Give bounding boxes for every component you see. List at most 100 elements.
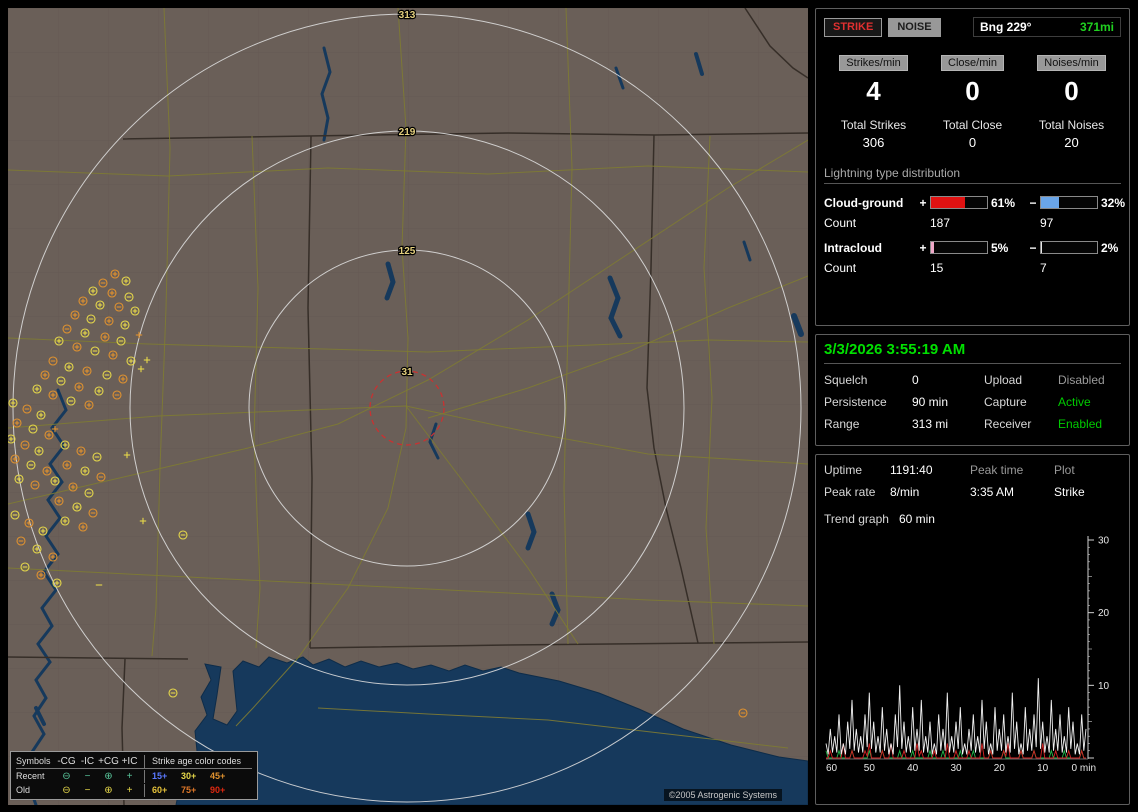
peak-time-value: 3:35 AM [970, 485, 1015, 499]
pos-cg-recent-icon: ⊕ [104, 770, 113, 782]
trend-window-value: 60 min [898, 512, 935, 526]
persistence-label: Persistence [824, 395, 887, 409]
lightning-map[interactable]: 313 219 125 31 Symbols -CG -IC +CG +IC Stri… [8, 8, 808, 805]
cg-negative-pct: 32% [1101, 195, 1126, 210]
age-90: 90+ [210, 784, 226, 795]
legend-col-pos-ic: +IC [121, 755, 138, 767]
nexstorm-app: 313 219 125 31 Symbols -CG -IC +CG +IC Stri… [0, 0, 1138, 812]
copyright-text: ©2005 Astrogenic Systems [663, 789, 782, 801]
range-ring-label: 31 [401, 367, 413, 378]
total-noises-label: Total Noises [1038, 118, 1105, 132]
strike-toggle-button[interactable]: STRIKE [824, 17, 883, 37]
cg-positive-bar [930, 196, 988, 209]
trend-x-tick-label: 50 [864, 763, 876, 774]
ic-count-label: Count [824, 261, 857, 275]
age-60: 60+ [152, 784, 168, 795]
lightning-distribution: Lightning type distribution Cloud-ground… [824, 166, 1125, 283]
cg-positive-count: 187 [930, 216, 951, 230]
upload-status: Disabled [1058, 373, 1105, 387]
peak-rate-label: Peak rate [824, 485, 876, 499]
range-setting-value: 313 mi [912, 417, 949, 431]
range-ring-label: 313 [399, 10, 416, 21]
pos-ic-recent-icon: + [126, 770, 133, 782]
capture-label: Capture [984, 395, 1027, 409]
age-45: 45+ [210, 770, 226, 781]
pos-ic-old-icon: + [126, 784, 133, 796]
close-per-min-header[interactable]: Close/min [941, 55, 1004, 71]
trend-y-tick-label: 10 [1098, 681, 1110, 692]
trend-info-grid: Uptime 1191:40 Peak time Plot Peak rate … [824, 463, 1121, 499]
legend-age-header: Strike age color codes [144, 754, 252, 768]
trend-x-tick-label: 10 [1037, 763, 1049, 774]
trend-series-strikes [825, 678, 1087, 755]
legend-recent-row: Recent ⊖ − ⊕ + 15+ 30+ 45+ [16, 769, 252, 783]
persistence-value: 90 min [912, 395, 949, 409]
trend-y-tick-label: 20 [1098, 608, 1110, 619]
status-panel: 3/3/2026 3:55:19 AM Squelch 0 Upload Dis… [815, 334, 1130, 446]
capture-status: Active [1058, 395, 1091, 409]
neg-ic-old-icon: − [84, 784, 91, 796]
peak-rate-value: 8/min [890, 485, 920, 499]
age-75: 75+ [181, 784, 197, 795]
noises-column: Noises/min 0 Total Noises 20 [1022, 55, 1121, 150]
plot-value: Strike [1054, 485, 1085, 499]
intracloud-label: Intracloud [824, 240, 883, 255]
trend-y-tick-label: 30 [1098, 536, 1110, 547]
neg-ic-recent-icon: − [84, 770, 91, 782]
cloud-ground-row: Cloud-ground + 61% − 32% [824, 193, 1125, 212]
plus-sign: + [919, 240, 927, 255]
legend-age-row1: 15+ 30+ 45+ [144, 769, 239, 783]
strikes-per-min-value: 4 [866, 76, 881, 106]
peak-time-label: Peak time [970, 463, 1024, 477]
settings-grid: Squelch 0 Upload Disabled Persistence 90… [824, 373, 1121, 431]
close-column: Close/min 0 Total Close 0 [923, 55, 1022, 150]
intracloud-count-row: Count 15 7 [824, 257, 1121, 283]
trend-x-tick-label: 40 [907, 763, 919, 774]
noise-toggle-button[interactable]: NOISE [888, 17, 941, 37]
bearing-value: Bng 229° [980, 20, 1032, 34]
clock-display: 3/3/2026 3:55:19 AM [824, 341, 1121, 364]
cg-negative-bar [1040, 196, 1098, 209]
upload-label: Upload [984, 373, 1023, 387]
legend-col-neg-cg: -CG [57, 755, 76, 767]
age-30: 30+ [181, 770, 197, 781]
pos-cg-old-icon: ⊕ [104, 784, 113, 796]
strikes-per-min-header[interactable]: Strikes/min [839, 55, 908, 71]
legend-header-row: Symbols -CG -IC +CG +IC Strike age color… [16, 754, 252, 769]
ic-negative-bar [1040, 241, 1098, 254]
trend-series-close [826, 743, 1086, 759]
plus-sign: + [919, 195, 927, 210]
stats-panel: STRIKE NOISE Bng 229° 371mi Strikes/min … [815, 8, 1130, 326]
receiver-label: Receiver [984, 417, 1032, 431]
cg-negative-count: 97 [1040, 216, 1054, 230]
receiver-status: Enabled [1058, 417, 1103, 431]
ic-negative-pct: 2% [1101, 240, 1119, 255]
range-ring-label: 219 [399, 127, 416, 138]
ic-positive-pct: 5% [991, 240, 1009, 255]
legend-recent-label: Recent [16, 770, 45, 781]
cloud-ground-count-row: Count 187 97 [824, 212, 1121, 238]
close-per-min-value: 0 [965, 76, 980, 106]
trend-x-tick-label: 30 [950, 763, 962, 774]
minus-sign: − [1029, 195, 1037, 210]
mode-row: STRIKE NOISE Bng 229° 371mi [824, 17, 1121, 37]
total-close-value: 0 [968, 135, 977, 150]
cg-positive-pct: 61% [991, 195, 1016, 210]
legend-age-row2: 60+ 75+ 90+ [144, 783, 239, 797]
age-15: 15+ [152, 770, 168, 781]
map-legend: Symbols -CG -IC +CG +IC Strike age color… [10, 751, 258, 800]
total-noises-value: 20 [1064, 135, 1079, 150]
ic-negative-count: 7 [1040, 261, 1047, 275]
legend-old-label: Old [16, 784, 31, 795]
uptime-value: 1191:40 [890, 463, 933, 477]
trend-x-end-label: 0 min [1072, 763, 1096, 774]
intracloud-row: Intracloud + 5% − 2% [824, 238, 1121, 257]
uptime-label: Uptime [824, 463, 863, 477]
noises-per-min-header[interactable]: Noises/min [1037, 55, 1106, 71]
legend-col-neg-ic: -IC [80, 755, 95, 767]
bearing-range-display: Bng 229° 371mi [973, 17, 1121, 37]
legend-col-pos-cg: +CG [98, 755, 119, 767]
legend-symbols-header: Symbols [16, 755, 51, 766]
trend-x-tick-label: 60 [826, 763, 838, 774]
legend-old-row: Old ⊖ − ⊕ + 60+ 75+ 90+ [16, 783, 252, 797]
